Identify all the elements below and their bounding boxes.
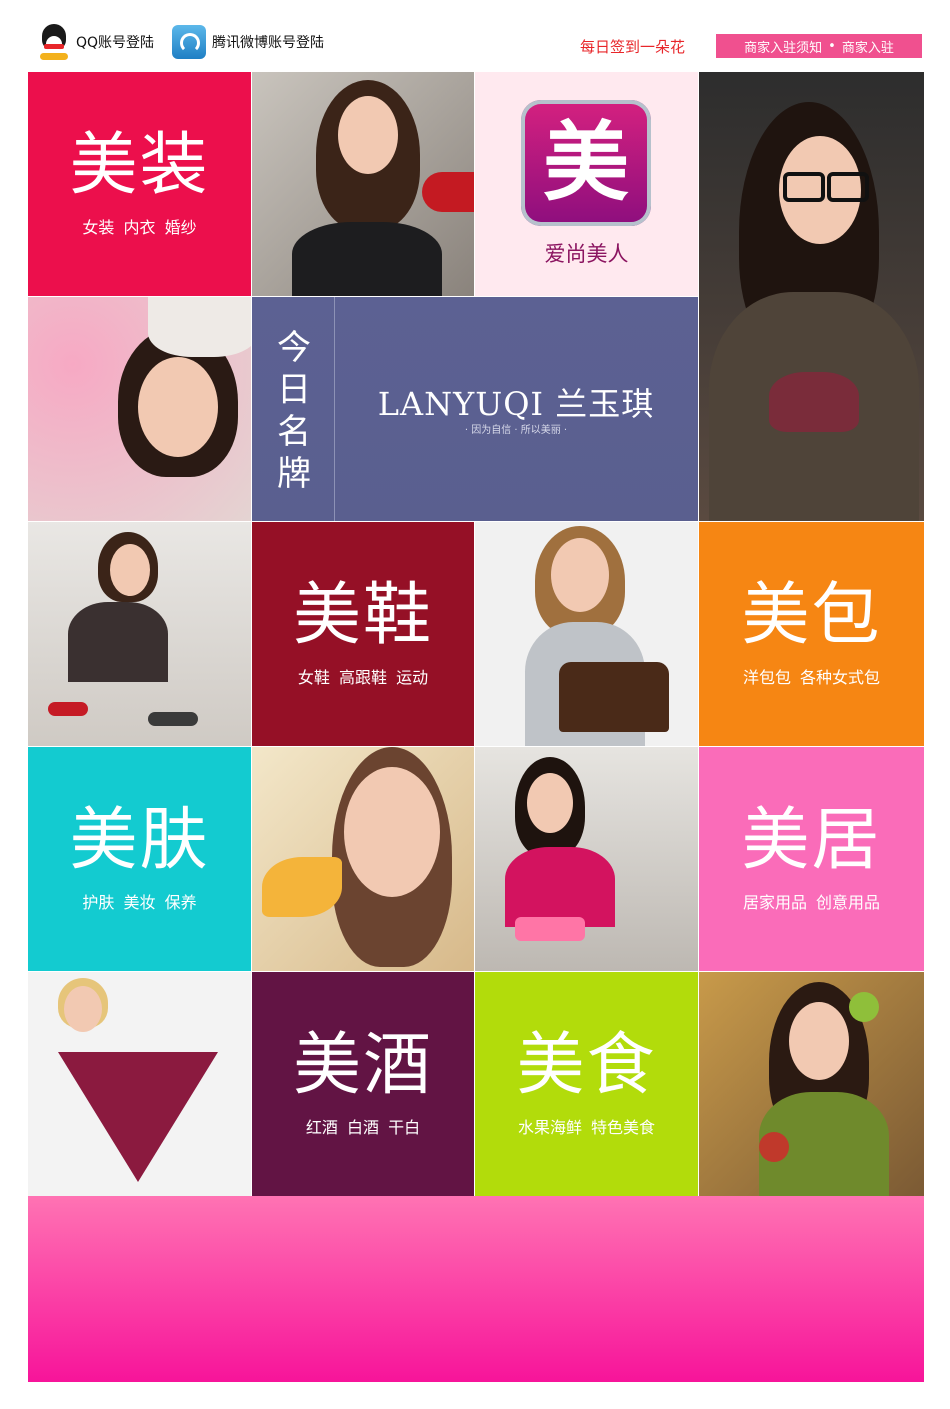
brand-of-day-tile[interactable]: 今日名牌 LANYUQI 兰玉琪 · 因为自信 · 所以美丽 · <box>252 297 698 521</box>
category-title: 美包 <box>741 576 882 655</box>
model-photo-glasses[interactable] <box>699 72 924 521</box>
model-photo-home[interactable] <box>475 747 698 971</box>
category-subtitle: 女装 内衣 婚纱 <box>82 218 197 237</box>
category-tile-home[interactable]: 美居 居家用品 创意用品 <box>699 747 924 971</box>
brand-name: LANYUQI 兰玉琪 <box>377 385 655 423</box>
category-title: 美装 <box>69 126 210 205</box>
merchant-separator: • <box>828 38 836 54</box>
merchant-bar: 商家入驻须知 • 商家入驻 <box>716 34 922 58</box>
category-tile-food[interactable]: 美食 水果海鲜 特色美食 <box>475 972 698 1196</box>
model-photo-market[interactable] <box>699 972 924 1196</box>
weibo-login-link[interactable]: 腾讯微博账号登陆 <box>172 22 324 62</box>
qq-login-label: QQ账号登陆 <box>76 35 155 51</box>
category-subtitle: 水果海鲜 特色美食 <box>517 1118 656 1137</box>
category-tile-beauty[interactable]: 美装 女装 内衣 婚纱 <box>28 72 251 296</box>
model-photo-wine-glass[interactable] <box>28 972 251 1196</box>
merchant-join-link[interactable]: 商家入驻 <box>842 37 894 56</box>
category-title: 美食 <box>516 1026 657 1105</box>
mei-logo-icon: 美 <box>521 100 651 226</box>
qq-login-link[interactable]: QQ账号登陆 <box>36 22 154 62</box>
category-tile-wine[interactable]: 美酒 红酒 白酒 干白 <box>252 972 474 1196</box>
brand-logo-tile[interactable]: 美 爱尚美人 <box>475 72 698 296</box>
tencent-weibo-icon <box>172 25 206 59</box>
brand-of-day-label-panel: 今日名牌 <box>252 297 335 521</box>
category-subtitle: 居家用品 创意用品 <box>742 893 881 912</box>
brand-slogan: · 因为自信 · 所以美丽 · <box>464 425 568 436</box>
category-tile-shoes[interactable]: 美鞋 女鞋 高跟鞋 运动 <box>252 522 474 746</box>
site-name: 爱尚美人 <box>544 242 629 266</box>
daily-checkin-link[interactable]: 每日签到一朵花 <box>580 36 685 57</box>
category-title: 美酒 <box>292 1026 433 1105</box>
category-title: 美肤 <box>69 801 210 880</box>
model-photo-flowers[interactable] <box>28 297 251 521</box>
category-tile-skin[interactable]: 美肤 护肤 美妆 保养 <box>28 747 251 971</box>
category-subtitle: 护肤 美妆 保养 <box>82 893 197 912</box>
model-photo-handbag[interactable] <box>475 522 698 746</box>
category-subtitle: 洋包包 各种女式包 <box>742 668 881 687</box>
category-grid: 美装 女装 内衣 婚纱 美 爱尚美人 今日名牌 LANYUQI 兰玉琪 · 因为… <box>28 72 924 1196</box>
footer-banner <box>28 1196 924 1382</box>
model-photo-1[interactable] <box>252 72 474 296</box>
category-subtitle: 红酒 白酒 干白 <box>305 1118 421 1137</box>
model-photo-shoes[interactable] <box>28 522 251 746</box>
category-title: 美鞋 <box>292 576 433 655</box>
merchant-notice-link[interactable]: 商家入驻须知 <box>744 37 822 56</box>
qq-penguin-icon <box>36 22 72 62</box>
category-tile-bags[interactable]: 美包 洋包包 各种女式包 <box>699 522 924 746</box>
category-title: 美居 <box>741 801 882 880</box>
brand-of-day-label: 今日名牌 <box>277 328 311 494</box>
weibo-login-label: 腾讯微博账号登陆 <box>212 35 324 51</box>
top-bar: QQ账号登陆 腾讯微博账号登陆 每日签到一朵花 商家入驻须知 • 商家入驻 <box>0 0 950 72</box>
category-subtitle: 女鞋 高跟鞋 运动 <box>297 668 429 687</box>
model-photo-lily[interactable] <box>252 747 474 971</box>
